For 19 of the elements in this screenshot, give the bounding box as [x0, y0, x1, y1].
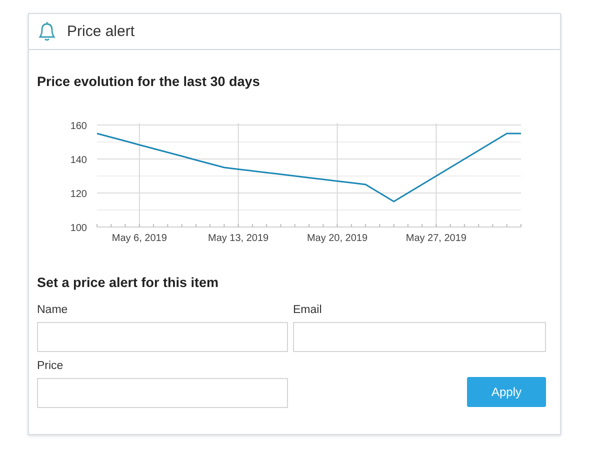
panel-title: Price alert: [67, 23, 135, 40]
form-title: Set a price alert for this item: [37, 275, 220, 290]
field-label: Name: [37, 304, 69, 318]
y-tick-label: 120: [70, 189, 87, 200]
field-label: Price: [37, 360, 64, 374]
x-tick-label: May 27, 2019: [406, 233, 466, 244]
x-tick-label: May 20, 2019: [306, 233, 368, 244]
y-tick-label: 100: [70, 223, 87, 234]
chart-title: Price evolution for the last 30 days: [37, 74, 261, 89]
input-field[interactable]: [293, 322, 546, 352]
input-field[interactable]: [37, 378, 288, 408]
y-tick-label: 140: [70, 155, 87, 166]
input-field[interactable]: [37, 322, 288, 352]
bell-icon: [37, 20, 57, 42]
y-tick-label: 160: [70, 121, 87, 132]
x-tick-label: May 6, 2019: [112, 233, 167, 244]
apply-button[interactable]: Apply: [467, 377, 546, 407]
field-label: Email: [293, 304, 323, 318]
x-tick-label: May 13, 2019: [208, 233, 269, 244]
